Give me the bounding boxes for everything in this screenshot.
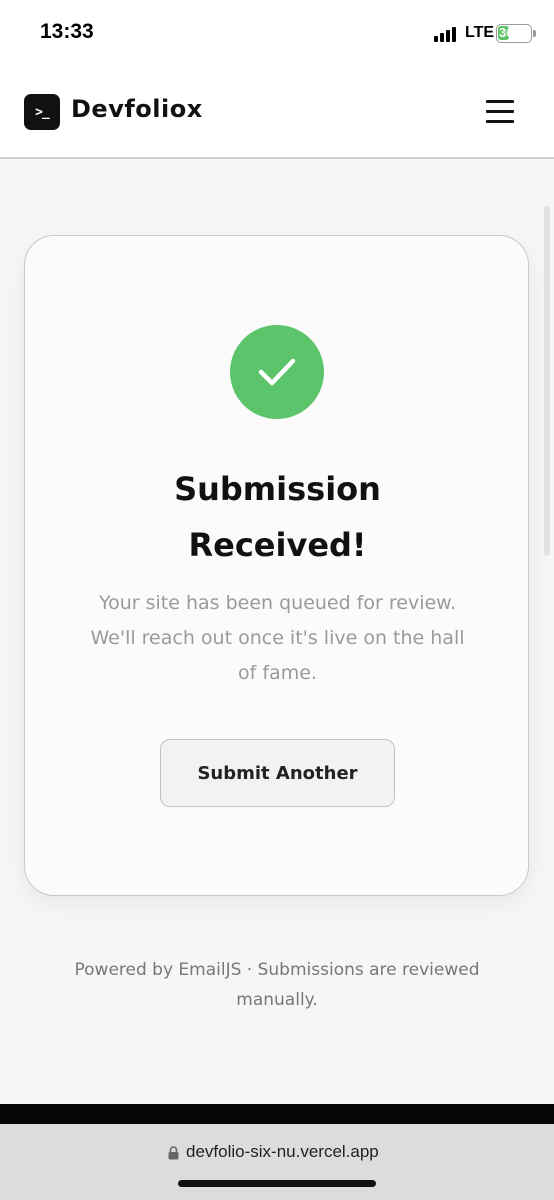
browser-url-bar[interactable]: devfolio-six-nu.vercel.app <box>0 1124 554 1200</box>
success-title: Submission Received! <box>174 470 381 564</box>
scroll-indicator[interactable] <box>544 206 550 556</box>
success-message: Your site has been queued for review. We… <box>90 592 465 684</box>
network-type: LTE <box>465 24 495 41</box>
url-text[interactable]: devfolio-six-nu.vercel.app <box>186 1142 379 1162</box>
footer-note: Powered by EmailJS · Submissions are rev… <box>74 960 480 1010</box>
hamburger-menu-icon[interactable] <box>482 96 518 128</box>
lock-icon <box>168 1146 179 1160</box>
terminal-logo-icon[interactable]: >_ <box>24 94 60 130</box>
screen: 13:33 LTE 36 >_ Devfoliox Submission Rec… <box>0 0 554 1200</box>
checkmark-icon <box>258 358 296 386</box>
page-bottom-bar <box>0 1104 554 1124</box>
success-card: Submission Received! Your site has been … <box>24 235 529 896</box>
submit-another-button[interactable]: Submit Another <box>160 739 395 807</box>
status-bar: 13:33 LTE 36 <box>0 0 554 68</box>
nav-bar: >_ Devfoliox <box>0 68 554 159</box>
status-time: 13:33 <box>40 20 94 43</box>
success-badge <box>230 325 324 419</box>
brand-name[interactable]: Devfoliox <box>71 95 203 123</box>
battery-icon: 36 <box>496 24 532 43</box>
signal-icon <box>434 26 458 42</box>
home-indicator[interactable] <box>178 1180 376 1187</box>
battery-level: 36 <box>499 25 514 40</box>
battery-cap <box>533 30 536 37</box>
